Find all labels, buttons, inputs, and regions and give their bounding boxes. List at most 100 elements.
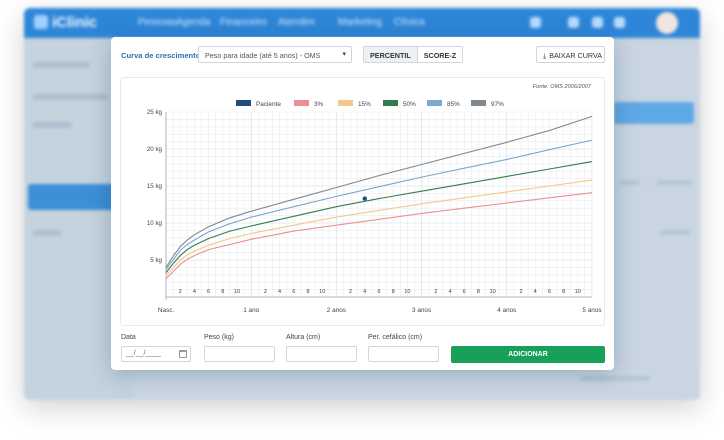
download-curve-button[interactable]: ⤓ BAIXAR CURVA (536, 46, 605, 63)
legend-label: 15% (358, 101, 371, 108)
x-minor-tick-label: 6 (207, 289, 210, 295)
x-major-tick-label: 1 ano (243, 307, 259, 314)
y-tick-label: 10 kg (147, 220, 163, 227)
legend-label: 97% (491, 101, 504, 108)
download-icon: ⤓ (543, 51, 547, 60)
top-nav: iClinic Pessoas Agenda Financeiro Atendi… (24, 8, 700, 38)
y-tick-label: 15 kg (147, 183, 163, 190)
legend-item: 3% (294, 100, 324, 108)
bell-icon[interactable] (592, 17, 603, 28)
x-minor-tick-label: 10 (489, 289, 495, 295)
curve-select-value: Peso para idade (até 5 anos) - OMS (205, 51, 321, 60)
x-major-tick-label: 2 anos (327, 307, 346, 314)
x-minor-tick-label: 2 (264, 289, 267, 295)
legend-label: Paciente (256, 101, 281, 108)
x-minor-tick-label: 6 (548, 289, 551, 295)
legend-item: 50% (383, 100, 416, 108)
head-circumference-field[interactable] (368, 346, 439, 362)
grid (166, 111, 593, 297)
avatar[interactable] (656, 12, 678, 34)
nav-item-pessoas[interactable]: Pessoas (138, 17, 176, 28)
head-circumference-label: Per. cefálico (cm) (368, 334, 423, 341)
nav-item-clinica[interactable]: Clínica (394, 17, 425, 28)
app-logo: iClinic (34, 14, 97, 31)
calendar-icon[interactable] (179, 350, 187, 358)
legend-swatch (338, 100, 353, 106)
legend-item: 15% (338, 100, 371, 108)
background-action-button[interactable] (614, 102, 694, 124)
weight-label: Peso (kg) (204, 334, 234, 341)
source-note: Fonte: OMS 2006/2007 (532, 84, 591, 90)
legend-label: 85% (447, 101, 460, 108)
x-major-tick-label: 5 anos (582, 307, 601, 314)
x-minor-tick-label: 8 (392, 289, 395, 295)
legend-swatch (294, 100, 309, 106)
weight-field[interactable] (204, 346, 275, 362)
x-minor-tick-label: 8 (477, 289, 480, 295)
x-minor-tick-label: 8 (221, 289, 224, 295)
curve-label: Curva de crescimento: (121, 51, 203, 60)
curve-select[interactable]: Peso para idade (até 5 anos) - OMS ▾ (198, 46, 352, 63)
nav-item-marketing[interactable]: Marketing (338, 17, 382, 28)
legend-swatch (427, 100, 442, 106)
x-minor-tick-label: 10 (319, 289, 325, 295)
sidebar-line (32, 122, 72, 128)
legend-item: 97% (471, 100, 504, 108)
chart-canvas: 25 kg 20 kg 15 kg 10 kg 5 kg 2 4 6 8 10 2 4 6 8 10 2 4 6 8… (147, 100, 602, 314)
height-field[interactable] (286, 346, 357, 362)
add-button[interactable]: ADICIONAR (451, 346, 605, 363)
growth-chart: 25 kg 20 kg 15 kg 10 kg 5 kg 2 4 6 8 10 2 4 6 8 10 2 4 6 8… (120, 77, 605, 326)
legend-swatch (471, 100, 486, 106)
tab-percentil[interactable]: PERCENTIL (364, 47, 417, 62)
legend-item: Paciente (236, 100, 281, 108)
nav-item-financeiro[interactable]: Financeiro (220, 17, 267, 28)
sidebar-line (32, 230, 62, 236)
growth-curve-modal: Curva de crescimento: Peso para idade (a… (111, 37, 614, 370)
background-line (656, 180, 692, 185)
x-minor-tick-label: 2 (519, 289, 522, 295)
x-major-tick-label: 3 anos (412, 307, 431, 314)
download-label: BAIXAR CURVA (549, 51, 603, 60)
x-major-tick-label: 4 anos (497, 307, 516, 314)
background-line (660, 230, 690, 235)
tab-score-z[interactable]: SCORE-Z (417, 47, 463, 62)
background-line (620, 180, 640, 185)
x-minor-tick-label: 2 (434, 289, 437, 295)
x-minor-tick-label: 8 (562, 289, 565, 295)
caret-down-icon: ▾ (342, 51, 346, 58)
x-minor-tick-label: 2 (349, 289, 352, 295)
chat-icon[interactable] (614, 17, 625, 28)
logo-mark-icon (34, 15, 48, 29)
x-minor-tick-label: 8 (306, 289, 309, 295)
nav-item-atendim[interactable]: Atendim (278, 17, 315, 28)
nav-item-agenda[interactable]: Agenda (176, 17, 210, 28)
background-line (580, 376, 650, 381)
x-major-tick-label: Nasc. (158, 307, 175, 314)
height-label: Altura (cm) (286, 334, 321, 341)
modal-toolbar: Curva de crescimento: Peso para idade (a… (111, 37, 614, 73)
y-tick-label: 20 kg (147, 146, 163, 153)
x-minor-tick-label: 10 (575, 289, 581, 295)
x-minor-tick-label: 4 (363, 289, 366, 295)
x-minor-tick-label: 4 (448, 289, 451, 295)
y-tick-label: 5 kg (150, 257, 162, 264)
date-placeholder: __/__/____ (126, 350, 162, 357)
home-icon[interactable] (530, 17, 541, 28)
date-label: Data (121, 334, 136, 341)
x-minor-tick-label: 6 (292, 289, 295, 295)
x-minor-tick-label: 4 (193, 289, 196, 295)
legend-label: 50% (403, 101, 416, 108)
x-minor-tick-label: 4 (534, 289, 537, 295)
date-field[interactable]: __/__/____ (121, 346, 191, 362)
y-tick-label: 25 kg (147, 109, 163, 116)
legend-label: 3% (314, 101, 324, 108)
x-minor-tick-label: 10 (404, 289, 410, 295)
sidebar-line (32, 94, 108, 100)
grid-icon[interactable] (568, 17, 579, 28)
x-minor-tick-label: 2 (179, 289, 182, 295)
x-minor-tick-label: 6 (463, 289, 466, 295)
x-minor-tick-label: 6 (377, 289, 380, 295)
legend-swatch (236, 100, 251, 106)
legend-swatch (383, 100, 398, 106)
x-minor-tick-label: 4 (278, 289, 281, 295)
